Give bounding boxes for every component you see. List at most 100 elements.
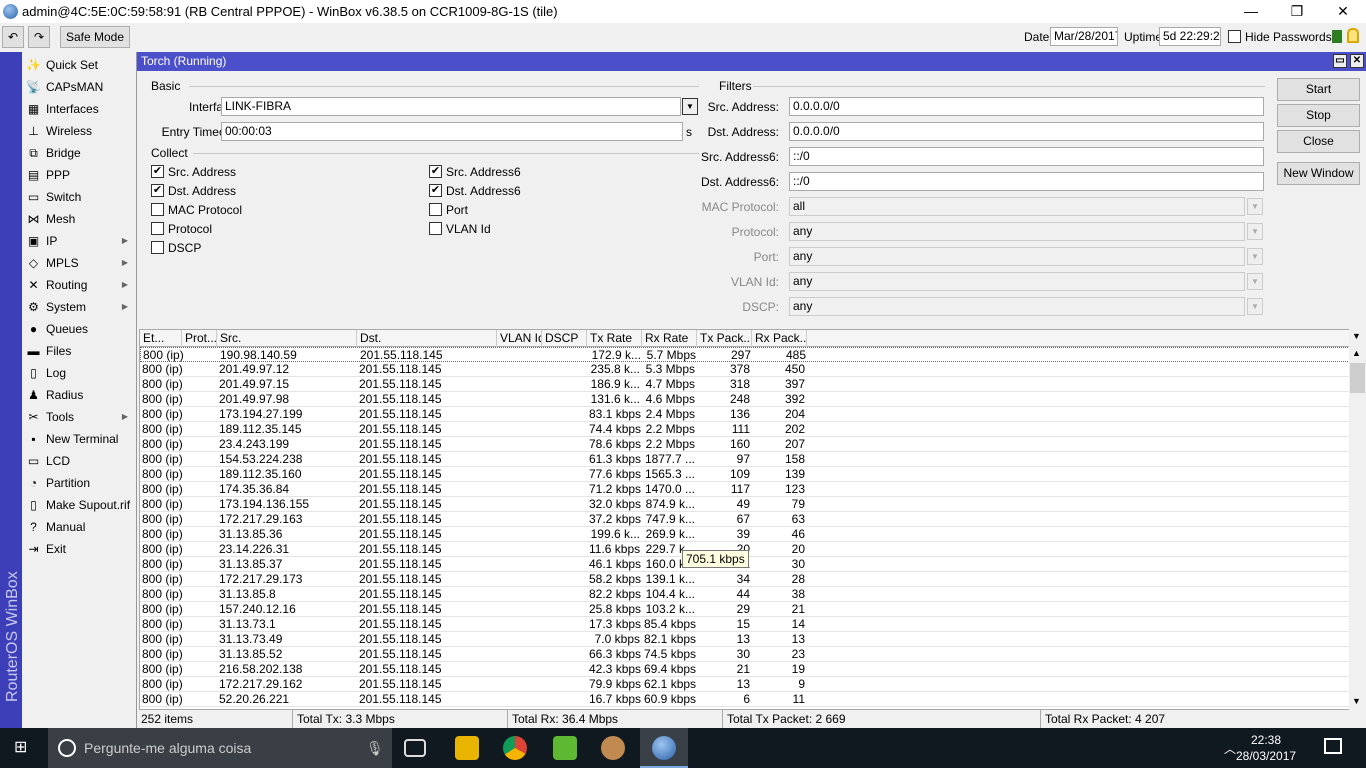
column-header[interactable]: Rx Rate xyxy=(642,330,697,347)
chrome-icon[interactable] xyxy=(503,736,527,760)
collect-dst-address-checkbox[interactable]: ✔ xyxy=(151,184,164,197)
table-row[interactable]: 800 (ip) 52.20.26.221 201.55.118.145 16.7 k… xyxy=(140,692,1350,707)
table-row[interactable]: 800 (ip) 172.217.29.173 201.55.118.145 58.2… xyxy=(140,572,1350,587)
vertical-scrollbar[interactable]: ▼ ▲ ▼ xyxy=(1349,329,1366,710)
sidebar-item-mesh[interactable]: ⋈ Mesh xyxy=(22,208,136,230)
cortana-search-box[interactable]: Pergunte-me alguma coisa 🎙 xyxy=(48,728,392,768)
filter-vlan-id-input: any xyxy=(789,272,1245,291)
collect-port-checkbox[interactable] xyxy=(429,203,442,216)
stop-button[interactable]: Stop xyxy=(1277,104,1360,127)
sidebar-item-ip[interactable]: ▣ IP ▶ xyxy=(22,230,136,252)
table-row[interactable]: 800 (ip) 172.217.29.163 201.55.118.145 37.2… xyxy=(140,512,1350,527)
table-row[interactable]: 800 (ip) 190.98.140.59 201.55.118.145 172.9… xyxy=(140,347,1350,362)
table-row[interactable]: 800 (ip) 216.58.202.138 201.55.118.145 42.3… xyxy=(140,662,1350,677)
windows-start-icon[interactable]: ⊞ xyxy=(14,740,32,756)
table-row[interactable]: 800 (ip) 31.13.73.49 201.55.118.145 7.0 kbp… xyxy=(140,632,1350,647)
sidebar-item-make-supout-rif[interactable]: ▯ Make Supout.rif xyxy=(22,494,136,516)
microphone-icon[interactable]: 🎙 xyxy=(366,728,384,768)
close-icon[interactable]: ✕ xyxy=(1350,54,1364,68)
sidebar-item-log[interactable]: ▯ Log xyxy=(22,362,136,384)
undo-button[interactable]: ↶ xyxy=(2,26,24,48)
table-row[interactable]: 800 (ip) 31.13.85.8 201.55.118.145 82.2 kbp… xyxy=(140,587,1350,602)
column-header[interactable]: DSCP xyxy=(542,330,587,347)
column-header[interactable]: Et... xyxy=(140,330,182,347)
column-header[interactable]: Dst. xyxy=(357,330,497,347)
filter-dst-address-input[interactable]: 0.0.0.0/0 xyxy=(789,122,1264,141)
table-row[interactable]: 800 (ip) 157.240.12.16 201.55.118.145 25.8 … xyxy=(140,602,1350,617)
sidebar-item-lcd[interactable]: ▭ LCD xyxy=(22,450,136,472)
sidebar-item-switch[interactable]: ▭ Switch xyxy=(22,186,136,208)
chevron-down-icon: ▼ xyxy=(1247,198,1263,215)
column-menu-icon[interactable]: ▼ xyxy=(1352,331,1361,341)
sidebar-item-manual[interactable]: ? Manual xyxy=(22,516,136,538)
table-row[interactable]: 800 (ip) 189.112.35.160 201.55.118.145 77.6… xyxy=(140,467,1350,482)
sidebar-item-exit[interactable]: ⇥ Exit xyxy=(22,538,136,560)
collect-dscp-checkbox[interactable] xyxy=(151,241,164,254)
hide-passwords-checkbox[interactable] xyxy=(1228,30,1241,43)
utorrent-icon[interactable] xyxy=(553,736,577,760)
collect-vlan-id-checkbox[interactable] xyxy=(429,222,442,235)
table-row[interactable]: 800 (ip) 201.49.97.12 201.55.118.145 235.8 … xyxy=(140,362,1350,377)
file-explorer-icon[interactable] xyxy=(455,736,479,760)
collect-src-address-checkbox[interactable]: ✔ xyxy=(151,165,164,178)
sidebar-item-system[interactable]: ⚙ System ▶ xyxy=(22,296,136,318)
task-view-icon[interactable] xyxy=(404,739,426,757)
entry-timeout-input[interactable]: 00:00:03 xyxy=(221,122,683,141)
table-row[interactable]: 800 (ip) 174.35.36.84 201.55.118.145 71.2 k… xyxy=(140,482,1350,497)
column-header[interactable]: Src. xyxy=(217,330,357,347)
paint-icon[interactable] xyxy=(601,736,625,760)
table-row[interactable]: 800 (ip) 31.13.73.1 201.55.118.145 17.3 kbp… xyxy=(140,617,1350,632)
restore-icon[interactable]: ▭ xyxy=(1333,54,1347,68)
column-header[interactable]: Tx Rate xyxy=(587,330,642,347)
close-window-button[interactable]: ✕ xyxy=(1320,0,1366,23)
scroll-up-icon[interactable]: ▲ xyxy=(1352,348,1361,358)
sidebar-item-new-terminal[interactable]: ▪ New Terminal xyxy=(22,428,136,450)
interface-select[interactable]: LINK-FIBRA xyxy=(221,97,681,116)
maximize-button[interactable]: ❐ xyxy=(1274,0,1320,23)
notifications-icon[interactable] xyxy=(1324,738,1342,754)
filter-src-address-input[interactable]: 0.0.0.0/0 xyxy=(789,97,1264,116)
sidebar-item-routing[interactable]: ✕ Routing ▶ xyxy=(22,274,136,296)
sidebar-item-quick-set[interactable]: ✨ Quick Set xyxy=(22,54,136,76)
sidebar-item-radius[interactable]: ♟ Radius xyxy=(22,384,136,406)
table-row[interactable]: 800 (ip) 31.13.85.52 201.55.118.145 66.3 kb… xyxy=(140,647,1350,662)
table-row[interactable]: 800 (ip) 31.13.85.36 201.55.118.145 199.6 k… xyxy=(140,527,1350,542)
table-row[interactable]: 800 (ip) 201.49.97.15 201.55.118.145 186.9 … xyxy=(140,377,1350,392)
collect-dst-address6-checkbox[interactable]: ✔ xyxy=(429,184,442,197)
column-header[interactable]: Rx Pack... xyxy=(752,330,807,347)
safe-mode-button[interactable]: Safe Mode xyxy=(60,26,130,48)
filter-src-address6-input[interactable]: ::/0 xyxy=(789,147,1264,166)
collect-src-address6-checkbox[interactable]: ✔ xyxy=(429,165,442,178)
table-row[interactable]: 800 (ip) 173.194.136.155 201.55.118.145 32.… xyxy=(140,497,1350,512)
start-button[interactable]: Start xyxy=(1277,78,1360,101)
sidebar-item-tools[interactable]: ✂ Tools ▶ xyxy=(22,406,136,428)
table-row[interactable]: 800 (ip) 23.4.243.199 201.55.118.145 78.6 k… xyxy=(140,437,1350,452)
column-header[interactable]: Prot... xyxy=(182,330,217,347)
sidebar-item-capsman[interactable]: 📡 CAPsMAN xyxy=(22,76,136,98)
collect-mac-protocol-checkbox[interactable] xyxy=(151,203,164,216)
table-row[interactable]: 800 (ip) 172.217.29.162 201.55.118.145 79.9… xyxy=(140,677,1350,692)
table-row[interactable]: 800 (ip) 201.49.97.98 201.55.118.145 131.6 … xyxy=(140,392,1350,407)
clock[interactable]: 22:38 28/03/2017 xyxy=(1236,732,1296,764)
table-row[interactable]: 800 (ip) 173.194.27.199 201.55.118.145 83.1… xyxy=(140,407,1350,422)
redo-button[interactable]: ↷ xyxy=(28,26,50,48)
table-row[interactable]: 800 (ip) 189.112.35.145 201.55.118.145 74.4… xyxy=(140,422,1350,437)
sidebar-item-files[interactable]: ▬ Files xyxy=(22,340,136,362)
sidebar-item-ppp[interactable]: ▤ PPP xyxy=(22,164,136,186)
column-header[interactable]: VLAN Id xyxy=(497,330,542,347)
close-button[interactable]: Close xyxy=(1277,130,1360,153)
show-hidden-icons-icon[interactable]: ︿ xyxy=(1224,740,1236,757)
scroll-down-icon[interactable]: ▼ xyxy=(1352,696,1361,706)
filter-dst-address6-input[interactable]: ::/0 xyxy=(789,172,1264,191)
scrollbar-thumb[interactable] xyxy=(1350,363,1365,393)
sidebar-item-mpls[interactable]: ◇ MPLS ▶ xyxy=(22,252,136,274)
sidebar-item-bridge[interactable]: ⧉ Bridge xyxy=(22,142,136,164)
table-row[interactable]: 800 (ip) 154.53.224.238 201.55.118.145 61.3… xyxy=(140,452,1350,467)
sidebar-item-queues[interactable]: ● Queues xyxy=(22,318,136,340)
sidebar-item-partition[interactable]: ◔ Partition xyxy=(22,472,136,494)
minimize-button[interactable]: — xyxy=(1228,0,1274,23)
column-header[interactable]: Tx Pack... xyxy=(697,330,752,347)
winbox-taskbar-button[interactable] xyxy=(640,728,688,768)
new-window-button[interactable]: New Window xyxy=(1277,162,1360,185)
collect-protocol-checkbox[interactable] xyxy=(151,222,164,235)
